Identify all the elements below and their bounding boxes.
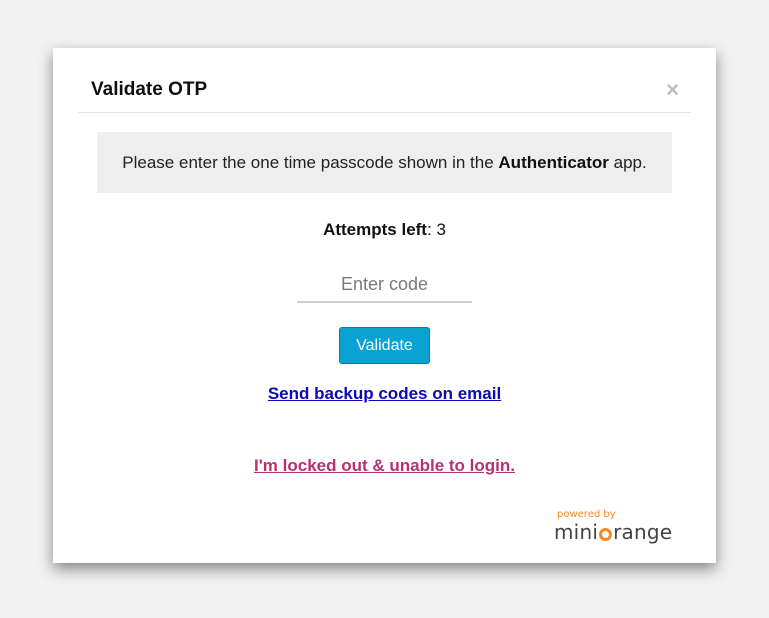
otp-dialog: Validate OTP × Please enter the one time…	[53, 48, 716, 563]
close-icon[interactable]: ×	[666, 79, 679, 101]
dialog-header: Validate OTP ×	[78, 48, 691, 113]
attempts-left: Attempts left: 3	[53, 220, 716, 240]
notice-app-name: Authenticator	[498, 152, 609, 172]
send-backup-codes-link[interactable]: Send backup codes on email	[53, 384, 716, 404]
attempts-value: 3	[436, 220, 446, 239]
notice-text-after: app.	[608, 152, 647, 172]
validate-button[interactable]: Validate	[339, 327, 430, 364]
brand-name-part2: range	[613, 520, 673, 544]
locked-out-link[interactable]: I'm locked out & unable to login.	[53, 456, 716, 476]
instruction-notice: Please enter the one time passcode shown…	[97, 132, 672, 193]
miniorange-logo: powered by mini range	[554, 508, 672, 548]
otp-code-input[interactable]	[297, 268, 472, 303]
orange-power-icon	[599, 528, 613, 541]
notice-text-before: Please enter the one time passcode shown…	[122, 152, 499, 172]
brand-name-part1: mini	[554, 520, 599, 544]
brand-name: mini range	[554, 520, 672, 544]
attempts-label: Attempts left	[323, 220, 427, 239]
powered-by-text: powered by	[557, 509, 616, 520]
dialog-title: Validate OTP	[91, 79, 208, 100]
